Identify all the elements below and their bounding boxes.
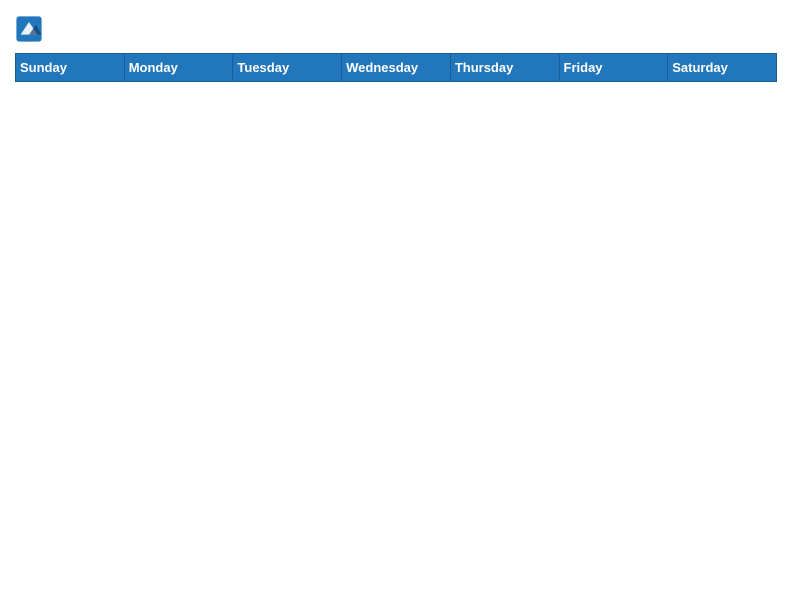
page-header <box>15 15 777 43</box>
weekday-header-saturday: Saturday <box>668 54 777 82</box>
weekday-header-monday: Monday <box>124 54 233 82</box>
weekday-header-thursday: Thursday <box>450 54 559 82</box>
weekday-header-friday: Friday <box>559 54 668 82</box>
calendar-table: SundayMondayTuesdayWednesdayThursdayFrid… <box>15 53 777 82</box>
logo-icon <box>15 15 43 43</box>
weekday-header-tuesday: Tuesday <box>233 54 342 82</box>
weekday-header-wednesday: Wednesday <box>342 54 451 82</box>
weekday-header-sunday: Sunday <box>16 54 125 82</box>
logo <box>15 15 47 43</box>
weekday-header-row: SundayMondayTuesdayWednesdayThursdayFrid… <box>16 54 777 82</box>
